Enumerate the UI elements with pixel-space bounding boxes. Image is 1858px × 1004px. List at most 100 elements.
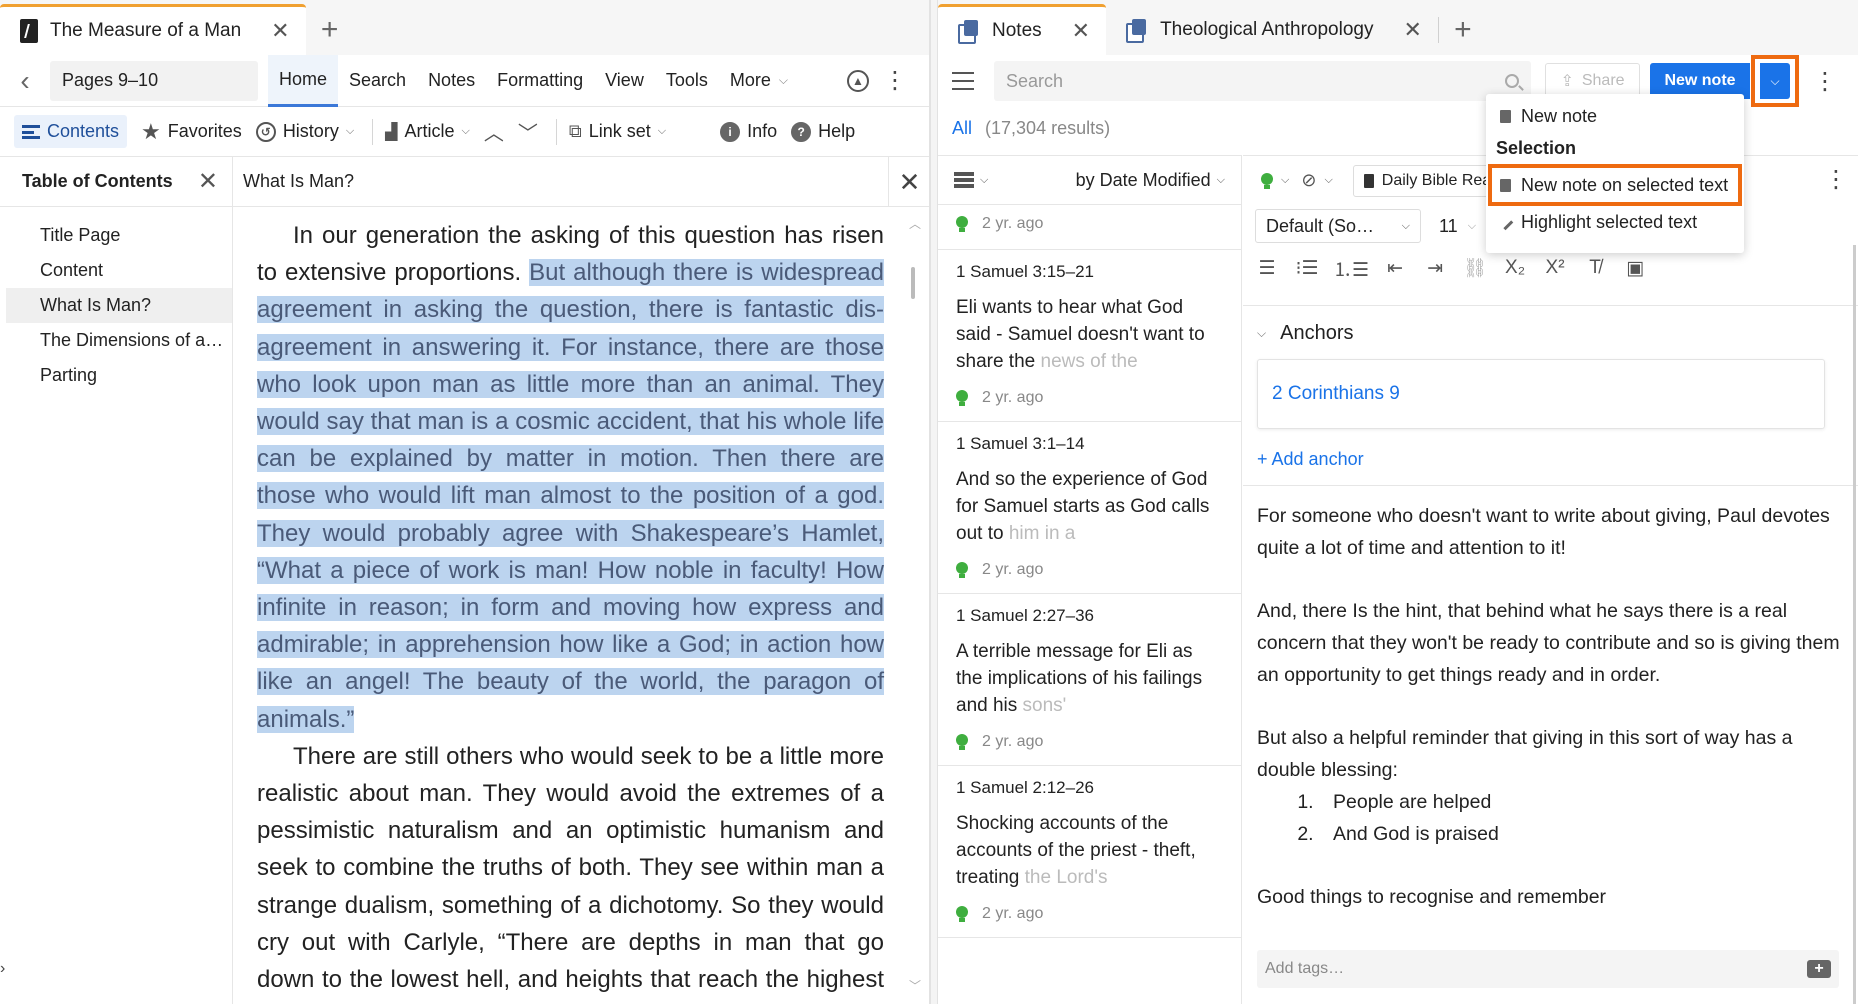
left-tab-bar: The Measure of a Man ✕ + (0, 0, 929, 55)
menu-notes[interactable]: Notes (417, 55, 486, 107)
add-tag-icon[interactable]: + (1807, 960, 1831, 978)
close-toc-icon[interactable]: ✕ (198, 167, 218, 196)
add-tab-button[interactable]: + (1439, 4, 1487, 55)
close-tab-icon[interactable]: ✕ (1072, 18, 1090, 44)
article-button[interactable]: ▟ Article ⌵ (385, 121, 470, 142)
note-content-editor[interactable]: For someone who doesn't want to write ab… (1243, 485, 1858, 944)
info-button[interactable]: i Info (720, 121, 777, 142)
toc-item-title-page[interactable]: Title Page (6, 218, 232, 253)
note-preview-text: A terrible message for Eli as the implic… (956, 641, 1203, 716)
menu-search[interactable]: Search (338, 55, 417, 107)
note-preview-fade: him in a (1008, 523, 1076, 544)
link-set-button[interactable]: ⧉ Link set ⌵ (569, 121, 666, 142)
font-size-select[interactable]: 11 ⌵ (1439, 216, 1476, 237)
note-paragraph: For someone who doesn't want to write ab… (1257, 505, 1830, 559)
anchor-link[interactable]: 2 Corinthians 9 (1272, 383, 1400, 405)
anchor-item[interactable]: 2 Corinthians 9 (1257, 359, 1825, 429)
toc-item-parting[interactable]: Parting (6, 358, 232, 393)
view-mode-button[interactable]: ⌵ (954, 172, 988, 188)
tags-input[interactable]: Add tags… + (1257, 950, 1839, 988)
add-tab-button[interactable]: + (306, 4, 354, 55)
menu-item-highlight-selection[interactable]: Highlight selected text (1486, 206, 1744, 238)
insert-image-icon[interactable]: ▣ (1621, 257, 1649, 280)
notes-list-header: ⌵ by Date Modified ⌵ (938, 155, 1241, 205)
numbered-list-icon[interactable]: ⒈☰ (1333, 255, 1369, 282)
history-button[interactable]: ↺ History ⌵ (255, 121, 354, 142)
selected-text[interactable]: But although there is widespread agreeme… (257, 259, 885, 733)
note-list-item[interactable]: 1 Samuel 3:15–21 Eli wants to hear what … (938, 250, 1241, 422)
reader-scrollbar[interactable]: ︿ ﹀ (909, 215, 921, 995)
note-icon (1500, 109, 1511, 123)
note-preview: Eli wants to hear what God said - Samuel… (956, 294, 1223, 375)
tab-measure-of-a-man[interactable]: The Measure of a Man ✕ (0, 4, 306, 55)
pane-divider[interactable] (930, 0, 938, 1004)
anchors-header[interactable]: ⌵ Anchors (1257, 322, 1844, 345)
close-tab-icon[interactable]: ✕ (1403, 17, 1421, 43)
tab-notes[interactable]: Notes ✕ (938, 4, 1107, 55)
hamburger-menu-icon[interactable] (952, 72, 974, 90)
note-paragraph: And, there Is the hint, that behind what… (1257, 600, 1840, 686)
sort-dropdown[interactable]: by Date Modified ⌵ (1076, 170, 1225, 191)
note-list-item[interactable]: 1 Samuel 2:12–26 Shocking accounts of th… (938, 766, 1241, 938)
align-icon[interactable]: ☰ (1253, 257, 1281, 280)
chevron-down-icon: ⌵ (1401, 219, 1410, 232)
menu-more[interactable]: More ⌵ (719, 55, 799, 107)
menu-home[interactable]: Home (268, 54, 339, 107)
next-article-button[interactable]: ﹀ (518, 117, 538, 146)
favorites-button[interactable]: ★ Favorites (141, 119, 242, 145)
menu-tools[interactable]: Tools (655, 55, 719, 107)
clear-style-button[interactable]: ⊘ ⌵ (1301, 170, 1332, 191)
add-anchor-link[interactable]: + Add anchor (1257, 449, 1844, 470)
toc-item-content[interactable]: Content (6, 253, 232, 288)
collapse-up-icon[interactable]: ▲ (846, 69, 869, 92)
font-select[interactable]: Default (So… ⌵ (1255, 209, 1421, 243)
note-list-item[interactable]: 1 Samuel 2:27–36 A terrible message for … (938, 594, 1241, 766)
menu-view[interactable]: View (594, 55, 655, 107)
superscript-icon[interactable]: X² (1541, 257, 1569, 279)
note-list-item[interactable]: 1 Samuel 3:1–14 And so the experience of… (938, 422, 1241, 594)
editor-scrollbar[interactable] (1853, 245, 1856, 1004)
highlight-style-button[interactable]: ⌵ (1261, 172, 1289, 189)
new-note-dropdown-button[interactable]: ⌵ (1760, 63, 1790, 99)
scroll-down-icon[interactable]: ﹀ (909, 977, 921, 994)
tab-title: Notes (992, 20, 1042, 41)
note-list-item[interactable]: 2 yr. ago (938, 205, 1241, 250)
bullet-list-icon[interactable]: ⁝☰ (1293, 257, 1321, 280)
note-list-item: And God is praised (1319, 818, 1844, 850)
indent-icon[interactable]: ⇥ (1421, 257, 1449, 280)
close-tab-icon[interactable]: ✕ (271, 18, 289, 44)
more-options-icon[interactable]: ⋮ (1813, 67, 1837, 96)
note-paragraph: Good things to recognise and remember (1257, 886, 1607, 908)
menu-item-new-note-on-selection[interactable]: New note on selected text (1488, 164, 1742, 206)
chevron-down-icon: ⌵ (778, 73, 788, 87)
note-preview: And so the experience of God for Samuel … (956, 466, 1223, 547)
menu-item-new-note[interactable]: New note (1486, 100, 1744, 132)
previous-article-button[interactable]: ︿ (484, 117, 504, 146)
contents-button[interactable]: Contents (14, 115, 128, 148)
scroll-thumb[interactable] (911, 267, 915, 299)
expand-panel-chevron-icon[interactable]: › (0, 960, 14, 986)
all-filter-link[interactable]: All (952, 118, 972, 138)
help-button[interactable]: ? Help (791, 121, 855, 142)
menu-formatting[interactable]: Formatting (486, 55, 594, 107)
book-text[interactable]: In our generation the asking of this que… (257, 217, 885, 1004)
scroll-up-icon[interactable]: ︿ (909, 215, 921, 232)
clear-format-icon[interactable]: T̸ (1581, 257, 1609, 279)
toc-item-dimensions[interactable]: The Dimensions of a… (6, 323, 232, 358)
close-reader-icon[interactable]: ✕ (888, 157, 929, 207)
editor-more-icon[interactable]: ⋮ (1824, 165, 1848, 194)
tab-theological-anthropology[interactable]: Theological Anthropology ✕ (1106, 4, 1438, 55)
contents-label: Contents (47, 121, 120, 141)
note-preview: A terrible message for Eli as the implic… (956, 638, 1223, 719)
more-options-icon[interactable]: ⋮ (879, 68, 911, 93)
page-location-input[interactable]: Pages 9–10 (50, 60, 258, 101)
subscript-icon[interactable]: X₂ (1501, 257, 1529, 279)
toc-item-what-is-man[interactable]: What Is Man? (6, 288, 232, 323)
chevron-down-icon: ⌵ (1324, 174, 1333, 186)
outdent-icon[interactable]: ⇤ (1381, 257, 1409, 280)
back-chevron-icon[interactable]: ‹ (0, 65, 50, 97)
note-icon (1500, 178, 1511, 192)
paragraph: In our generation the asking of this que… (257, 217, 885, 738)
link-icon[interactable]: ⛓ (1461, 256, 1489, 280)
notes-search-input[interactable]: Search (994, 61, 1531, 101)
